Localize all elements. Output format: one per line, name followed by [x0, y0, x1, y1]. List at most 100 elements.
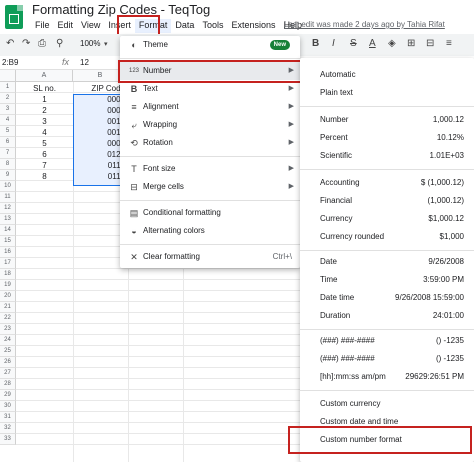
submenu-item-plain-text[interactable]: Plain text [300, 84, 474, 102]
submenu-item-time[interactable]: Time 3:59:00 PM [300, 271, 474, 289]
submenu-item-date-time[interactable]: Date time 9/26/2008 15:59:00 [300, 289, 474, 307]
submenu-item-accounting[interactable]: Accounting $ (1,000.12) [300, 174, 474, 192]
row-header[interactable]: 31 [0, 412, 16, 423]
submenu-item-scientific[interactable]: Scientific 1.01E+03 [300, 147, 474, 165]
row-header[interactable]: 18 [0, 269, 16, 280]
corner-cell[interactable] [0, 70, 16, 82]
row-header[interactable]: 15 [0, 236, 16, 247]
row-header[interactable]: 26 [0, 357, 16, 368]
menu-item-alignment[interactable]: ≡ Alignment ▶ [120, 98, 300, 116]
custom-number-format-highlight [288, 426, 472, 454]
cell-sl-no[interactable]: 4 [16, 127, 73, 138]
submenu-item-financial[interactable]: Financial (1,000.12) [300, 192, 474, 210]
menu-extensions[interactable]: Extensions [227, 19, 279, 33]
row-header[interactable]: 27 [0, 368, 16, 379]
row-header[interactable]: 32 [0, 423, 16, 434]
italic-icon[interactable]: I [332, 38, 335, 49]
menu-item-theme[interactable]: ◐ Theme New [120, 36, 300, 54]
column-header-a[interactable]: A [16, 70, 73, 82]
row-header[interactable]: 10 [0, 181, 16, 192]
submenu-item-phone-format-1[interactable]: (###) ###-####() -1235 [300, 332, 474, 350]
print-icon[interactable]: ⎙ [38, 38, 46, 49]
row-header[interactable]: 24 [0, 335, 16, 346]
cell-sl-no[interactable]: 2 [16, 105, 73, 116]
row-header[interactable]: 1 [0, 82, 16, 93]
submenu-item-number[interactable]: Number 1,000.12 [300, 111, 474, 129]
cell-a1[interactable]: SL no. [16, 83, 73, 94]
row-header[interactable]: 25 [0, 346, 16, 357]
submenu-item-currency[interactable]: Currency $1,000.12 [300, 210, 474, 228]
submenu-item-automatic[interactable]: Automatic [300, 66, 474, 84]
menu-item-clear-formatting[interactable]: ✕ Clear formatting Ctrl+\ [120, 248, 300, 266]
name-box[interactable]: 2:B9 [2, 58, 18, 67]
menu-item-merge-cells[interactable]: ⊟ Merge cells ▶ [120, 178, 300, 196]
submenu-item-custom-currency[interactable]: Custom currency [300, 395, 474, 413]
row-header[interactable]: 28 [0, 379, 16, 390]
row-header[interactable]: 16 [0, 247, 16, 258]
cell-sl-no[interactable]: 5 [16, 138, 73, 149]
row-header[interactable]: 3 [0, 104, 16, 115]
cell-sl-no[interactable]: 8 [16, 171, 73, 182]
strikethrough-icon[interactable]: S [350, 38, 357, 49]
menu-edit[interactable]: Edit [54, 19, 78, 33]
borders-icon[interactable]: ⊞ [407, 38, 415, 49]
chevron-down-icon[interactable]: ▾ [104, 40, 108, 48]
row-header[interactable]: 12 [0, 203, 16, 214]
row-header[interactable]: 33 [0, 434, 16, 445]
menu-item-rotation[interactable]: ⟲ Rotation ▶ [120, 134, 300, 152]
sheets-logo[interactable] [5, 5, 23, 29]
row-header[interactable]: 30 [0, 401, 16, 412]
row-header[interactable]: 14 [0, 225, 16, 236]
menu-tools[interactable]: Tools [198, 19, 227, 33]
menu-item-wrapping[interactable]: ⤶ Wrapping ▶ [120, 116, 300, 134]
row-header[interactable]: 20 [0, 291, 16, 302]
row-header[interactable]: 11 [0, 192, 16, 203]
menu-item-conditional-formatting[interactable]: ▤ Conditional formatting [120, 204, 300, 222]
menu-file[interactable]: File [31, 19, 54, 33]
chevron-right-icon: ▶ [288, 165, 294, 172]
row-header[interactable]: 19 [0, 280, 16, 291]
menu-item-font-size[interactable]: T Font size ▶ [120, 160, 300, 178]
submenu-item-percent[interactable]: Percent 10.12% [300, 129, 474, 147]
align-left-icon: ≡ [131, 102, 137, 112]
cell-sl-no[interactable]: 1 [16, 94, 73, 105]
row-header[interactable]: 7 [0, 148, 16, 159]
submenu-item-duration-format[interactable]: [hh]:mm:ss am/pm 29629:26:51 PM [300, 368, 474, 386]
submenu-item-currency-rounded[interactable]: Currency rounded $1,000 [300, 228, 474, 246]
row-header[interactable]: 13 [0, 214, 16, 225]
paint-format-icon[interactable]: ⚲ [56, 38, 63, 49]
row-header[interactable]: 29 [0, 390, 16, 401]
row-header[interactable]: 6 [0, 137, 16, 148]
redo-icon[interactable]: ↷ [22, 38, 30, 49]
submenu-item-duration[interactable]: Duration 24:01:00 [300, 307, 474, 325]
row-header[interactable]: 9 [0, 170, 16, 181]
clear-format-icon: ✕ [130, 252, 138, 262]
row-header[interactable]: 4 [0, 115, 16, 126]
bold-icon[interactable]: B [312, 38, 319, 49]
row-header[interactable]: 17 [0, 258, 16, 269]
row-header[interactable]: 2 [0, 93, 16, 104]
cell-sl-no[interactable]: 6 [16, 149, 73, 160]
submenu-item-date[interactable]: Date 9/26/2008 [300, 253, 474, 271]
merge-cells-icon[interactable]: ⊟ [426, 38, 434, 49]
conditional-format-icon: ▤ [129, 208, 139, 218]
row-header[interactable]: 8 [0, 159, 16, 170]
zoom-select[interactable]: 100% [80, 39, 100, 48]
row-header[interactable]: 5 [0, 126, 16, 137]
fill-color-icon[interactable]: ◈ [388, 38, 396, 49]
cell-sl-no[interactable]: 3 [16, 116, 73, 127]
text-color-icon[interactable]: A [369, 38, 376, 49]
menu-view[interactable]: View [77, 19, 104, 33]
align-icon[interactable]: ≡ [446, 38, 452, 49]
row-header[interactable]: 22 [0, 313, 16, 324]
menu-data[interactable]: Data [171, 19, 198, 33]
last-edit-link[interactable]: Last edit was made 2 days ago by Tahia R… [284, 20, 445, 29]
fx-icon: fx [62, 57, 70, 67]
row-header[interactable]: 21 [0, 302, 16, 313]
cell-sl-no[interactable]: 7 [16, 160, 73, 171]
submenu-item-phone-format-2[interactable]: (###) ###-####() -1235 [300, 350, 474, 368]
row-header[interactable]: 23 [0, 324, 16, 335]
formula-input[interactable]: 12 [80, 58, 89, 67]
menu-item-alternating-colors[interactable]: ◒ Alternating colors [120, 222, 300, 240]
undo-icon[interactable]: ↶ [6, 38, 14, 49]
